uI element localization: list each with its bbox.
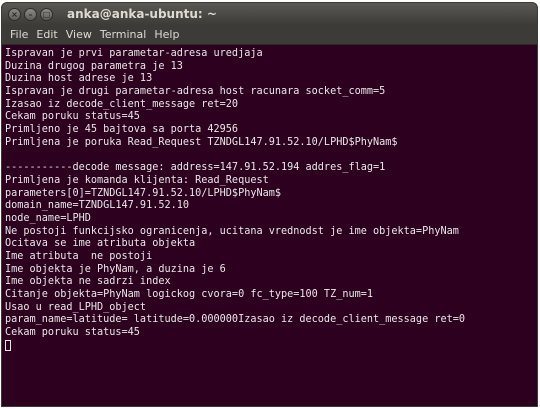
terminal-line: Primljeno je 45 bajtova sa porta 42956 xyxy=(5,124,239,136)
terminal-line: node_name=LPHD xyxy=(5,212,91,224)
terminal-line: parameters[0]=TZNDGL147.91.52.10/LPHD$Ph… xyxy=(5,187,282,199)
terminal-line: Ocitava se ime atributa objekta xyxy=(5,238,196,250)
terminal-line: Cekam poruku status=45 xyxy=(5,327,140,339)
menu-edit[interactable]: Edit xyxy=(32,28,61,41)
menu-bar: File Edit View Terminal Help xyxy=(2,25,537,45)
terminal-line: Primljena je komanda klijenta: Read_Requ… xyxy=(5,174,269,186)
terminal-window: × – □ anka@anka-ubuntu: ~ File Edit View… xyxy=(1,2,538,407)
menu-view[interactable]: View xyxy=(62,28,96,41)
terminal-line: Citanje objekta=PhyNam logickog cvora=0 … xyxy=(5,289,374,301)
terminal-line: Ime objekta ne sadrzi index xyxy=(5,276,171,288)
window-title: anka@anka-ubuntu: ~ xyxy=(67,7,217,21)
cursor-icon xyxy=(5,339,11,351)
window-controls: × – □ xyxy=(8,7,53,21)
title-bar[interactable]: × – □ anka@anka-ubuntu: ~ xyxy=(2,3,537,25)
close-button[interactable]: × xyxy=(8,7,21,21)
terminal-line: Cekam poruku status=45 xyxy=(5,111,140,123)
terminal-prompt-line xyxy=(5,339,537,353)
menu-file[interactable]: File xyxy=(6,28,32,41)
terminal-line: -----------decode message: address=147.9… xyxy=(5,162,386,174)
terminal-line: Duzina host adrese je 13 xyxy=(5,73,153,85)
terminal-line: domain_name=TZNDGL147.91.52.10 xyxy=(5,200,190,212)
terminal-line: Ime objekta je PhyNam, a duzina je 6 xyxy=(5,263,226,275)
terminal-line: Ime atributa ne postoji xyxy=(5,251,153,262)
menu-help[interactable]: Help xyxy=(150,28,183,41)
minimize-button[interactable]: – xyxy=(24,7,37,21)
menu-terminal[interactable]: Terminal xyxy=(96,28,151,41)
terminal-line: param_name=latitude= latitude=0.000000Iz… xyxy=(5,314,466,326)
terminal-line: Usao u read_LPHD_object xyxy=(5,301,147,313)
terminal-output[interactable]: Ispravan je prvi parametar-adresa uredja… xyxy=(2,45,537,406)
terminal-line: Duzina drugog parametra je 13 xyxy=(5,60,183,72)
terminal-line: Ispravan je drugi parametar-adresa host … xyxy=(5,86,386,98)
terminal-line: Ispravan je prvi parametar-adresa uredja… xyxy=(5,48,263,59)
terminal-line: Izasao iz decode_client_message ret=20 xyxy=(5,98,239,110)
terminal-line: Primljena je poruka Read_Request TZNDGL1… xyxy=(5,136,398,148)
maximize-button[interactable]: □ xyxy=(40,7,53,21)
terminal-line: Ne postoji funkcijsko ogranicenja, ucita… xyxy=(5,225,459,237)
